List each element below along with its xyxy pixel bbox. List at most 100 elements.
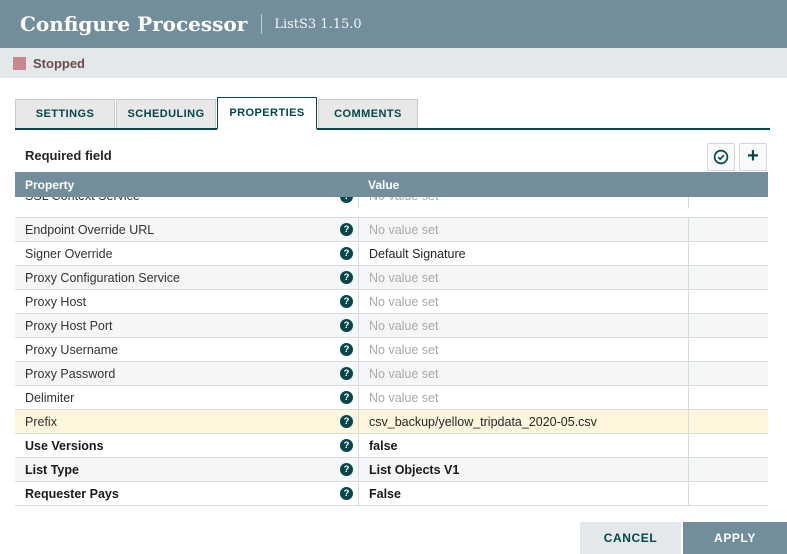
tab-comments[interactable]: COMMENTS [318,99,418,128]
title-divider [261,14,262,34]
property-name: Proxy Configuration Service [25,271,180,285]
table-row[interactable]: Proxy Password?No value set [15,362,768,386]
property-name: Requester Pays [25,487,119,501]
value-cell[interactable]: No value set [358,290,688,313]
configure-processor-dialog: Configure Processor ListS3 1.15.0 Stoppe… [0,0,787,554]
property-cell: Proxy Host? [15,290,358,313]
extra-cell [688,410,768,433]
property-name: List Type [25,463,79,477]
question-circle-icon[interactable]: ? [340,415,353,428]
table-row[interactable]: Proxy Username?No value set [15,338,768,362]
value-cell[interactable]: No value set [358,314,688,337]
verify-properties-button[interactable] [707,143,735,171]
property-cell: List Type? [15,458,358,481]
property-cell: SSL Context Service? [15,197,358,208]
extra-cell [688,458,768,481]
extra-cell [688,434,768,457]
question-circle-icon[interactable]: ? [340,439,353,452]
table-row[interactable]: Proxy Host?No value set [15,290,768,314]
check-circle-icon [713,149,729,165]
property-cell: Proxy Host Port? [15,314,358,337]
value-cell[interactable]: false [358,434,688,457]
question-circle-icon[interactable]: ? [340,223,353,236]
value-cell[interactable]: No value set [358,197,688,208]
table-row[interactable]: Proxy Host Port?No value set [15,314,768,338]
extra-cell [688,218,768,241]
table-body: SSL Context Service?No value setEndpoint… [15,197,768,506]
table-row[interactable]: List Type?List Objects V1 [15,458,768,482]
processor-type-version: ListS3 1.15.0 [274,17,361,32]
table-row[interactable]: SSL Context Service?No value set [15,197,768,208]
table-row[interactable]: Proxy Configuration Service?No value set [15,266,768,290]
scrolled-partial-row: SSL Context Service?No value set [15,197,768,218]
page-title: Configure Processor [20,12,247,36]
property-cell: Delimiter? [15,386,358,409]
extra-cell [688,338,768,361]
extra-cell [688,266,768,289]
property-cell: Proxy Password? [15,362,358,385]
value-cell[interactable]: No value set [358,218,688,241]
question-circle-icon[interactable]: ? [340,319,353,332]
property-name: Signer Override [25,247,113,261]
property-cell: Signer Override? [15,242,358,265]
table-row[interactable]: Signer Override?Default Signature [15,242,768,266]
value-cell[interactable]: No value set [358,362,688,385]
table-row[interactable]: Prefix?csv_backup/yellow_tripdata_2020-0… [15,410,768,434]
extra-cell [688,482,768,505]
question-circle-icon[interactable]: ? [340,463,353,476]
value-cell[interactable]: No value set [358,266,688,289]
column-header-value: Value [358,178,688,192]
table-header: Property Value [15,172,768,197]
value-cell[interactable]: List Objects V1 [358,458,688,481]
properties-table: Property Value SSL Context Service?No va… [15,172,768,506]
question-circle-icon[interactable]: ? [340,391,353,404]
plus-icon: + [747,146,759,166]
extra-cell [688,290,768,313]
property-cell: Proxy Username? [15,338,358,361]
question-circle-icon[interactable]: ? [340,197,353,203]
property-cell: Use Versions? [15,434,358,457]
required-field-label: Required field [25,148,112,163]
property-cell: Requester Pays? [15,482,358,505]
status-bar: Stopped [0,48,787,78]
value-cell[interactable]: No value set [358,338,688,361]
column-header-property: Property [15,178,358,192]
add-property-button[interactable]: + [739,143,767,171]
table-row[interactable]: Requester Pays?False [15,482,768,506]
question-circle-icon[interactable]: ? [340,487,353,500]
tab-properties[interactable]: PROPERTIES [217,97,317,130]
question-circle-icon[interactable]: ? [340,247,353,260]
extra-cell [688,386,768,409]
table-row[interactable]: Delimiter?No value set [15,386,768,410]
tab-scheduling[interactable]: SCHEDULING [116,99,216,128]
property-name: Proxy Host [25,295,86,309]
property-cell: Prefix? [15,410,358,433]
property-name: Proxy Username [25,343,118,357]
table-row[interactable]: Endpoint Override URL?No value set [15,218,768,242]
property-name: Proxy Host Port [25,319,113,333]
apply-button[interactable]: APPLY [683,522,787,554]
extra-cell [688,314,768,337]
dialog-header: Configure Processor ListS3 1.15.0 [0,0,787,48]
property-name: Endpoint Override URL [25,223,154,237]
question-circle-icon[interactable]: ? [340,295,353,308]
stopped-square-icon [13,57,26,70]
value-cell[interactable]: False [358,482,688,505]
question-circle-icon[interactable]: ? [340,271,353,284]
value-cell[interactable]: Default Signature [358,242,688,265]
property-cell: Proxy Configuration Service? [15,266,358,289]
question-circle-icon[interactable]: ? [340,367,353,380]
property-name: Delimiter [25,391,74,405]
property-name: Prefix [25,415,57,429]
value-cell[interactable]: No value set [358,386,688,409]
question-circle-icon[interactable]: ? [340,343,353,356]
status-badge: Stopped [33,56,85,71]
value-cell[interactable]: csv_backup/yellow_tripdata_2020-05.csv [358,410,688,433]
property-name: Use Versions [25,439,104,453]
table-row[interactable]: Use Versions?false [15,434,768,458]
extra-cell [688,242,768,265]
extra-cell [688,362,768,385]
property-cell: Endpoint Override URL? [15,218,358,241]
cancel-button[interactable]: CANCEL [580,522,681,554]
tab-settings[interactable]: SETTINGS [15,99,115,128]
